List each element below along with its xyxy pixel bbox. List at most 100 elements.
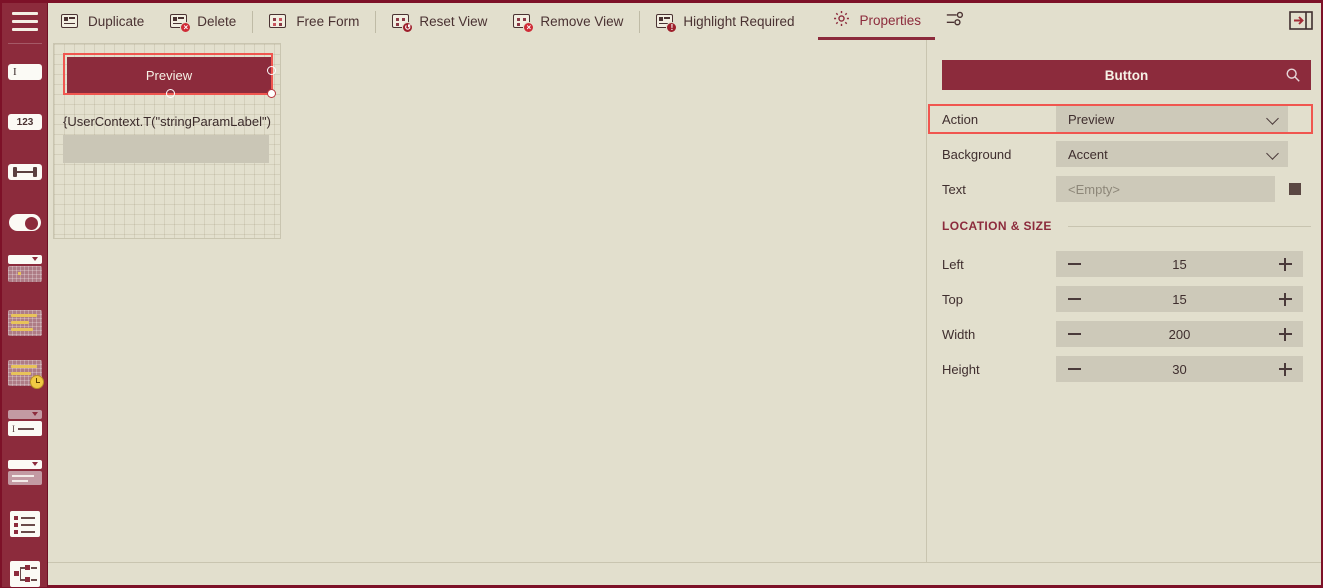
property-label-text: Text <box>942 181 966 197</box>
list-icon <box>10 511 40 537</box>
sidebar-item-toggle-tool[interactable] <box>2 205 48 239</box>
location-size-title: LOCATION & SIZE <box>942 219 1052 233</box>
form-surface[interactable]: Preview {UserContext.T("stringParamLabel… <box>53 43 281 239</box>
free-form-button[interactable]: Free Form <box>256 3 372 40</box>
sidebar-item-data-grid-tool[interactable] <box>2 306 48 340</box>
property-row-top[interactable]: Top 15 <box>928 284 1321 314</box>
textbox-icon-glyph: I <box>13 66 17 78</box>
duplicate-icon <box>61 13 79 30</box>
height-value: 30 <box>1172 361 1187 377</box>
preview-button-label: Preview <box>145 67 193 83</box>
height-decrease-button[interactable] <box>1056 356 1092 382</box>
toolbar-divider <box>639 10 641 33</box>
resize-handle-bottom[interactable] <box>166 89 175 98</box>
top-value: 15 <box>1172 291 1187 307</box>
selection-box: Preview <box>63 53 276 98</box>
sidebar-item-text-input-tool[interactable]: I <box>2 55 48 89</box>
width-stepper[interactable]: 200 <box>1056 321 1303 347</box>
sidebar-item-tree-tool[interactable] <box>2 557 48 588</box>
sidebar-item-range-slider-tool[interactable] <box>2 155 48 189</box>
property-label-top: Top <box>942 291 963 307</box>
property-row-text[interactable]: Text <Empty> <box>928 174 1321 204</box>
string-param-label: {UserContext.T("stringParamLabel") <box>63 114 271 129</box>
status-bar <box>48 562 1321 585</box>
delete-button[interactable]: × Delete <box>157 3 249 40</box>
tab-properties[interactable]: Properties <box>817 3 936 40</box>
settings-sliders-button[interactable] <box>935 3 975 40</box>
property-row-width[interactable]: Width 200 <box>928 319 1321 349</box>
property-row-background[interactable]: Background Accent <box>928 139 1321 169</box>
height-increase-button[interactable] <box>1267 356 1303 382</box>
string-param-input[interactable] <box>63 135 269 163</box>
properties-header-title: Button <box>1104 67 1149 83</box>
resize-handle-corner[interactable] <box>267 89 276 98</box>
sidebar-item-dropdown-grid-tool[interactable] <box>2 251 48 285</box>
property-label-height: Height <box>942 361 980 377</box>
left-decrease-button[interactable] <box>1056 251 1092 277</box>
sidebar-item-number-input-tool[interactable]: 123 <box>2 105 48 139</box>
width-increase-button[interactable] <box>1267 321 1303 347</box>
textbox-icon: I <box>8 64 42 80</box>
text-input-placeholder: <Empty> <box>1068 181 1121 197</box>
sidebar-item-schedule-grid-tool[interactable] <box>2 356 48 390</box>
left-value: 15 <box>1172 256 1187 272</box>
duplicate-button[interactable]: Duplicate <box>48 3 157 40</box>
sidebar-item-list-tool[interactable] <box>2 507 48 541</box>
property-label-action: Action <box>942 111 979 127</box>
grid-clock-icon <box>8 360 44 389</box>
sidebar-item-text-area-tool[interactable] <box>2 456 48 490</box>
top-stepper[interactable]: 15 <box>1056 286 1303 312</box>
top-increase-button[interactable] <box>1267 286 1303 312</box>
chevron-down-icon <box>1266 147 1279 160</box>
hamburger-menu-icon[interactable] <box>12 12 38 32</box>
toggle-icon <box>9 213 41 231</box>
highlight-required-button[interactable]: ! Highlight Required <box>643 3 807 40</box>
remove-view-button-label: Remove View <box>540 14 624 29</box>
top-decrease-button[interactable] <box>1056 286 1092 312</box>
delete-icon: × <box>170 13 192 33</box>
free-form-icon <box>269 13 287 30</box>
slider-icon <box>8 164 42 180</box>
gear-icon <box>832 9 851 31</box>
search-icon[interactable] <box>1285 67 1301 83</box>
combo-grid-icon <box>8 254 42 282</box>
action-select-value: Preview <box>1068 111 1115 127</box>
property-row-left[interactable]: Left 15 <box>928 249 1321 279</box>
remove-view-icon: × <box>513 13 535 33</box>
left-stepper[interactable]: 15 <box>1056 251 1303 277</box>
toolbar-divider <box>252 10 254 33</box>
free-form-button-label: Free Form <box>296 14 360 29</box>
combo-textarea-icon <box>8 459 42 487</box>
action-select[interactable]: Preview <box>1056 106 1288 132</box>
section-divider <box>1068 226 1311 227</box>
number-icon-glyph: 123 <box>16 116 34 128</box>
property-row-action[interactable]: Action Preview <box>928 104 1321 134</box>
height-stepper[interactable]: 30 <box>1056 356 1303 382</box>
grid-icon <box>8 310 42 336</box>
design-canvas[interactable]: Preview {UserContext.T("stringParamLabel… <box>48 40 927 564</box>
property-row-height[interactable]: Height 30 <box>928 354 1321 384</box>
left-increase-button[interactable] <box>1267 251 1303 277</box>
left-tool-rail: I 123 I <box>2 3 48 587</box>
tree-icon <box>10 561 40 587</box>
collapse-panel-button[interactable] <box>1289 10 1313 31</box>
toolbar-divider <box>375 10 377 33</box>
preview-button-widget[interactable]: Preview <box>67 57 271 93</box>
chevron-down-icon <box>1266 112 1279 125</box>
rail-divider <box>8 43 42 44</box>
text-color-swatch[interactable] <box>1289 183 1301 195</box>
number-icon: 123 <box>8 114 42 130</box>
resize-handle-right[interactable] <box>267 66 276 75</box>
text-input[interactable]: <Empty> <box>1056 176 1275 202</box>
width-decrease-button[interactable] <box>1056 321 1092 347</box>
remove-view-button[interactable]: × Remove View <box>500 3 636 40</box>
properties-panel: Button Action Preview Background Accent <box>928 40 1321 564</box>
reset-view-button-label: Reset View <box>419 14 488 29</box>
reset-view-button[interactable]: ↺ Reset View <box>379 3 500 40</box>
properties-header: Button <box>942 60 1311 90</box>
sliders-icon <box>945 10 965 33</box>
delete-button-label: Delete <box>197 14 237 29</box>
reset-view-icon: ↺ <box>392 13 414 33</box>
background-select[interactable]: Accent <box>1056 141 1288 167</box>
sidebar-item-label-field-tool[interactable]: I <box>2 406 48 440</box>
